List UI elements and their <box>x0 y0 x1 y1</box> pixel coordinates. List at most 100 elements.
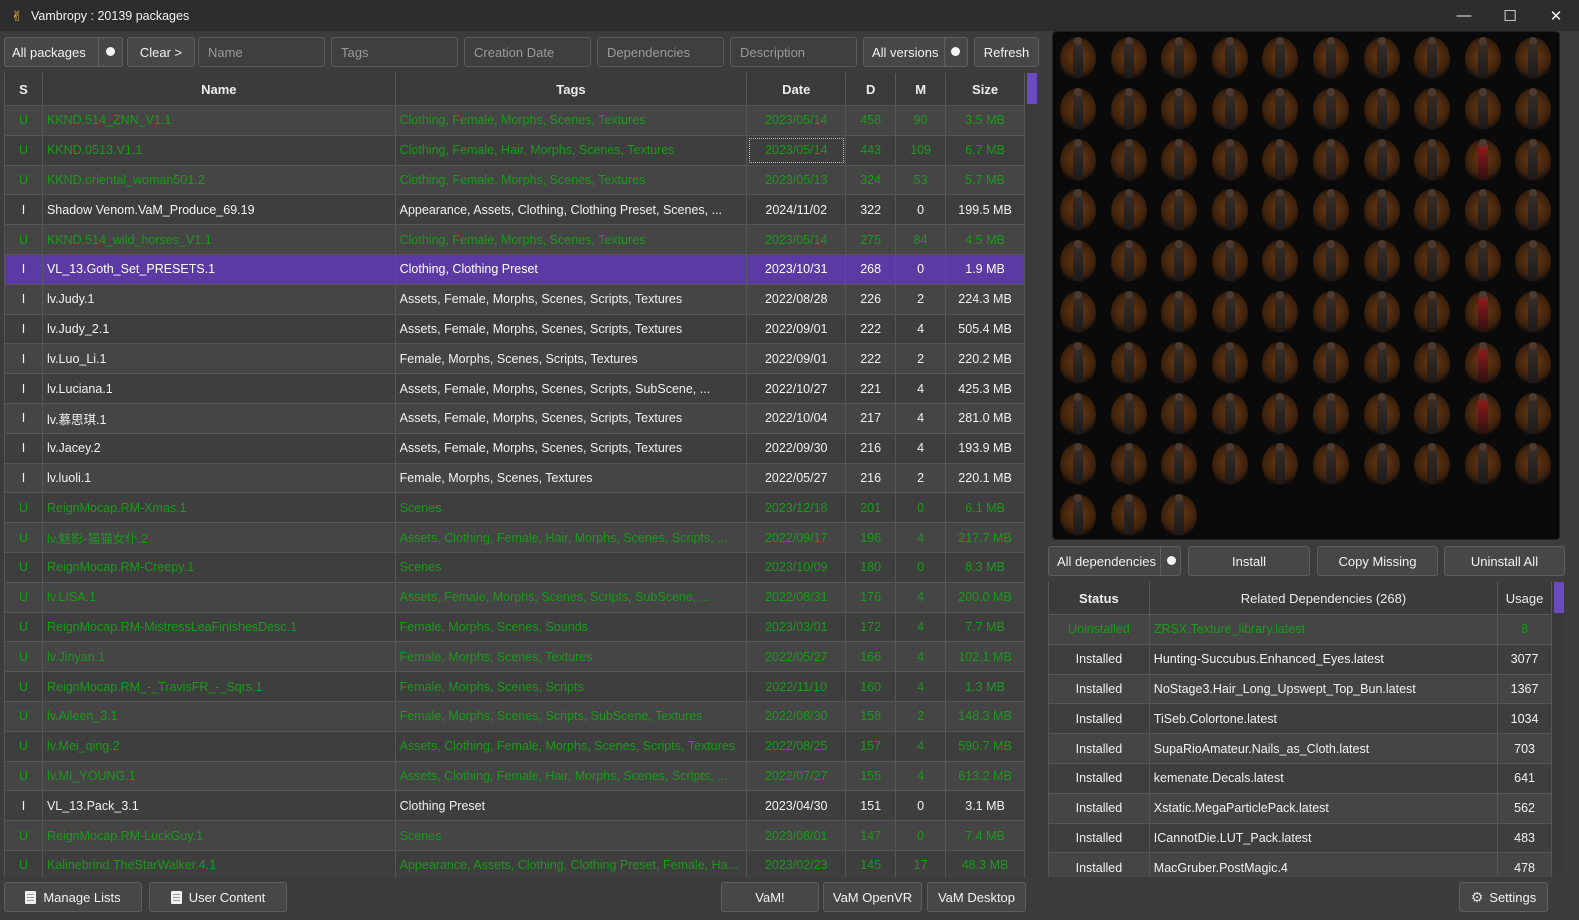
preview-thumbnail[interactable] <box>1360 237 1404 287</box>
filter-toggle-dot[interactable] <box>106 47 115 56</box>
clear-button[interactable]: Clear > <box>127 37 195 67</box>
preview-thumbnail[interactable] <box>1511 136 1555 186</box>
preview-thumbnail[interactable] <box>1056 339 1100 389</box>
preview-thumbnail[interactable] <box>1208 136 1252 186</box>
preview-thumbnail[interactable] <box>1157 339 1201 389</box>
preview-thumbnail[interactable] <box>1410 339 1454 389</box>
preview-thumbnail[interactable] <box>1056 288 1100 338</box>
preview-thumbnail[interactable] <box>1056 34 1100 84</box>
minimize-button[interactable]: — <box>1441 0 1487 31</box>
column-date[interactable]: Date <box>747 73 847 106</box>
preview-thumbnail[interactable] <box>1208 440 1252 490</box>
user-content-button[interactable]: User Content <box>149 882 287 912</box>
preview-thumbnail[interactable] <box>1410 440 1454 490</box>
preview-thumbnail[interactable] <box>1461 440 1505 490</box>
package-row[interactable]: U ReignMocap.RM_-_TravisFR_-_Sqrs.1 Female… <box>5 672 1025 702</box>
preview-thumbnail[interactable] <box>1309 288 1353 338</box>
tags-filter-input[interactable] <box>331 37 458 67</box>
refresh-button[interactable]: Refresh <box>974 37 1039 67</box>
launch-vam-button[interactable]: VaM! <box>721 882 819 912</box>
preview-thumbnail[interactable] <box>1107 34 1151 84</box>
package-row[interactable]: U Kalinebrind.TheStarWalker.4.1 Appearance… <box>5 850 1025 877</box>
name-filter-input[interactable] <box>198 37 325 67</box>
preview-thumbnail[interactable] <box>1309 186 1353 236</box>
dependency-row[interactable]: Installed SupaRioAmateur.Nails_as_Cloth.l… <box>1049 734 1552 764</box>
preview-thumbnail[interactable] <box>1157 136 1201 186</box>
close-button[interactable]: ✕ <box>1533 0 1579 31</box>
package-row[interactable]: Ulv.LISA.1 Assets, Female, Morphs, Scenes… <box>5 582 1025 613</box>
package-row[interactable]: Ulv.魅影-猫猫女仆.2 Assets, Clothing, Female, H… <box>5 523 1025 553</box>
preview-thumbnail[interactable] <box>1157 85 1201 135</box>
package-row[interactable]: I VL_13.Pack_3.1 Clothing Preset 2023/04/30… <box>5 791 1025 822</box>
preview-thumbnail[interactable] <box>1511 390 1555 440</box>
dependency-row[interactable]: Installed MacGruber.PostMagic.4 478 <box>1049 853 1552 877</box>
package-row[interactable]: Ilv.Luo_Li.1 Female, Morphs, Scenes, Scri… <box>5 344 1025 375</box>
preview-thumbnail[interactable] <box>1410 237 1454 287</box>
preview-thumbnail[interactable] <box>1360 85 1404 135</box>
package-row[interactable]: U KKND.514_ZNN_V1.1 Clothing, Female, Morp… <box>5 106 1025 136</box>
preview-thumbnail[interactable] <box>1410 186 1454 236</box>
launch-vam-desktop-button[interactable]: VaM Desktop <box>927 882 1026 912</box>
preview-thumbnail[interactable] <box>1461 339 1505 389</box>
dependencies-filter-input[interactable] <box>597 37 724 67</box>
column-name[interactable]: Name <box>43 73 396 106</box>
preview-thumbnail[interactable] <box>1360 136 1404 186</box>
dependencies-scrollbar[interactable] <box>1553 582 1565 877</box>
preview-thumbnail[interactable] <box>1309 237 1353 287</box>
package-row[interactable]: Ulv.Mei_qing.2 Assets, Clothing, Female, … <box>5 731 1025 762</box>
package-row[interactable]: U KKND.514_wild_horses_V1.1 Clothing, Fema… <box>5 225 1025 255</box>
preview-thumbnail[interactable] <box>1410 136 1454 186</box>
packages-scrollbar-thumb[interactable] <box>1027 73 1037 104</box>
package-row[interactable]: U KKND.0513.V1.1 Clothing, Female, Hair, M… <box>5 135 1025 166</box>
package-row[interactable]: Ilv.Judy_2.1 Assets, Female, Morphs, Scen… <box>5 314 1025 345</box>
column-dependencies[interactable]: D <box>846 73 897 106</box>
package-row[interactable]: Ilv.luoli.1 Female, Morphs, Scenes, Textu… <box>5 463 1025 494</box>
package-row[interactable]: Ilv.慕思琪.1 Assets, Female, Morphs, Scenes,… <box>5 403 1025 434</box>
package-row[interactable]: Ulv.Jinyan.1 Female, Morphs, Scenes, Text… <box>5 642 1025 673</box>
preview-thumbnail[interactable] <box>1360 288 1404 338</box>
preview-thumbnail[interactable] <box>1410 34 1454 84</box>
install-button[interactable]: Install <box>1188 546 1310 576</box>
creation-date-filter-input[interactable] <box>464 37 591 67</box>
preview-thumbnail[interactable] <box>1309 339 1353 389</box>
versions-toggle-dot[interactable] <box>951 47 960 56</box>
preview-thumbnail[interactable] <box>1360 339 1404 389</box>
preview-thumbnail[interactable] <box>1056 136 1100 186</box>
description-filter-input[interactable] <box>730 37 857 67</box>
preview-thumbnail[interactable] <box>1107 186 1151 236</box>
dependency-toggle-dot[interactable] <box>1167 556 1176 565</box>
preview-thumbnail[interactable] <box>1258 34 1302 84</box>
preview-thumbnail[interactable] <box>1309 34 1353 84</box>
dependencies-scrollbar-thumb[interactable] <box>1554 582 1564 613</box>
preview-thumbnail[interactable] <box>1360 440 1404 490</box>
column-related-dependencies[interactable]: Related Dependencies (268) <box>1150 582 1499 615</box>
preview-thumbnail[interactable] <box>1511 237 1555 287</box>
package-row[interactable]: I Shadow Venom.VaM_Produce_69.19 Appearanc… <box>5 195 1025 226</box>
column-morphs[interactable]: M <box>896 73 947 106</box>
package-row[interactable]: U ReignMocap.RM-LuckGuy.1 Scenes 2023/08/01… <box>5 821 1025 851</box>
column-status[interactable]: S <box>5 73 43 106</box>
preview-thumbnail[interactable] <box>1258 440 1302 490</box>
preview-thumbnail[interactable] <box>1461 390 1505 440</box>
preview-thumbnail[interactable] <box>1056 237 1100 287</box>
preview-thumbnail[interactable] <box>1511 288 1555 338</box>
package-row[interactable]: U ReignMocap.RM-Xmas.1 Scenes 2023/12/18 201… <box>5 493 1025 524</box>
preview-thumbnail[interactable] <box>1157 491 1201 539</box>
package-row[interactable]: U ReignMocap.RM-MistressLeaFinishesDesc.1… <box>5 612 1025 643</box>
preview-thumbnail[interactable] <box>1309 85 1353 135</box>
preview-thumbnail[interactable] <box>1208 34 1252 84</box>
preview-thumbnail[interactable] <box>1208 85 1252 135</box>
dependency-row[interactable]: Installed Hunting-Succubus.Enhanced_Eyes.… <box>1049 644 1552 675</box>
column-tags[interactable]: Tags <box>396 73 748 106</box>
preview-thumbnail[interactable] <box>1309 390 1353 440</box>
preview-thumbnail[interactable] <box>1461 288 1505 338</box>
preview-thumbnail[interactable] <box>1511 339 1555 389</box>
uninstall-all-button[interactable]: Uninstall All <box>1444 546 1565 576</box>
preview-thumbnail[interactable] <box>1208 339 1252 389</box>
preview-thumbnail[interactable] <box>1309 440 1353 490</box>
preview-thumbnail[interactable] <box>1157 237 1201 287</box>
dependency-row[interactable]: Uninstalled ZRSX.Texture_library.latest 8 <box>1049 615 1552 645</box>
preview-thumbnail[interactable] <box>1107 339 1151 389</box>
column-size[interactable]: Size <box>946 73 1025 106</box>
package-row[interactable]: Ulv.Aileen_3.1 Female, Morphs, Scenes, Sc… <box>5 701 1025 732</box>
